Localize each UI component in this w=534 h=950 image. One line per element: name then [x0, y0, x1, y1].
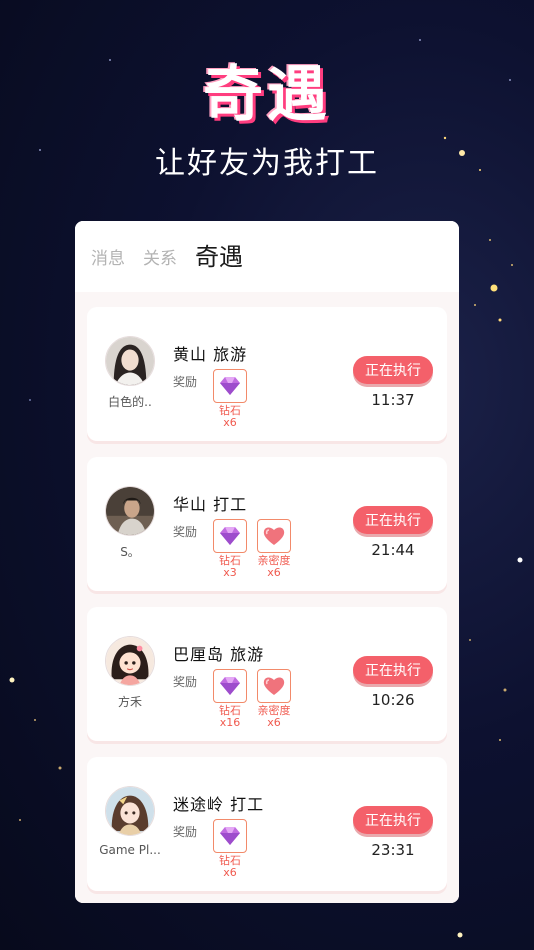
status-button[interactable]: 正在执行 — [353, 356, 433, 384]
reward-item: 钻石 x6 — [208, 819, 252, 879]
task-time: 21:44 — [371, 541, 415, 559]
reward-item: 钻石 x6 — [208, 369, 252, 429]
avatar[interactable] — [105, 786, 155, 836]
reward-icon-box — [257, 669, 291, 703]
reward-count: x3 — [223, 566, 237, 579]
reward-label: 奖励 — [173, 525, 198, 539]
nickname: 方禾 — [117, 695, 142, 709]
avatar[interactable] — [105, 336, 155, 386]
reward-count: x6 — [267, 566, 281, 579]
task-title: 黄山 旅游 — [173, 345, 248, 364]
reward-count: x6 — [267, 716, 281, 729]
hero-subtitle: 让好友为我打工 — [155, 146, 379, 181]
heart-icon — [263, 677, 285, 695]
girl-portrait-icon — [106, 337, 154, 385]
tab-encounter[interactable]: 奇遇 — [195, 237, 243, 272]
reward-count: x6 — [223, 866, 237, 879]
task-card[interactable]: S。 华山 打工 奖励 钻石 x3 亲密度 x6 正在执行 21:44 — [87, 457, 447, 591]
task-list: 白色的.. 黄山 旅游 奖励 钻石 x6 正在执行 11:37 S。 华山 打工… — [75, 292, 459, 903]
reward-count: x6 — [223, 416, 237, 429]
task-title: 巴厘岛 旅游 — [173, 645, 265, 664]
reward-item: 亲密度 x6 — [252, 669, 296, 729]
reward-item: 钻石 x16 — [208, 669, 252, 729]
reward-list: 钻石 x3 亲密度 x6 — [208, 519, 296, 579]
reward-icon-box — [213, 519, 247, 553]
reward-icon-box — [213, 819, 247, 853]
reward-item: 钻石 x3 — [208, 519, 252, 579]
reward-list: 钻石 x16 亲密度 x6 — [208, 669, 296, 729]
heart-icon — [263, 527, 285, 545]
diamond-icon — [220, 377, 240, 395]
reward-list: 钻石 x6 — [208, 819, 252, 879]
reward-icon-box — [213, 669, 247, 703]
diamond-icon — [220, 827, 240, 845]
nickname: S。 — [120, 545, 140, 559]
task-time: 11:37 — [371, 391, 415, 409]
task-time: 10:26 — [371, 691, 415, 709]
reward-count: x16 — [219, 716, 241, 729]
reward-label: 奖励 — [173, 375, 198, 389]
task-time: 23:31 — [371, 841, 415, 859]
status-button[interactable]: 正在执行 — [353, 506, 433, 534]
photo-portrait-icon — [106, 487, 154, 535]
nickname: Game Pl... — [99, 843, 161, 857]
diamond-icon — [220, 527, 240, 545]
task-title: 迷途岭 打工 — [173, 795, 265, 814]
avatar[interactable] — [105, 486, 155, 536]
reward-label: 奖励 — [173, 675, 198, 689]
cartoon-girl-icon — [106, 637, 154, 685]
reward-icon-box — [257, 519, 291, 553]
encounter-panel: 消息 关系 奇遇 白色的.. 黄山 旅游 奖励 钻石 x6 正在执行 11:37… — [75, 221, 459, 903]
avatar[interactable] — [105, 636, 155, 686]
task-card[interactable]: 白色的.. 黄山 旅游 奖励 钻石 x6 正在执行 11:37 — [87, 307, 447, 441]
reward-label: 奖励 — [173, 825, 198, 839]
tab-bar: 消息 关系 奇遇 — [75, 221, 459, 292]
status-button[interactable]: 正在执行 — [353, 806, 433, 834]
anime-avatar-icon — [106, 787, 154, 835]
tab-relations[interactable]: 关系 — [143, 244, 177, 269]
task-card[interactable]: 方禾 巴厘岛 旅游 奖励 钻石 x16 亲密度 x6 正在执行 10:26 — [87, 607, 447, 741]
reward-icon-box — [213, 369, 247, 403]
task-title: 华山 打工 — [173, 495, 248, 514]
reward-list: 钻石 x6 — [208, 369, 252, 429]
status-button[interactable]: 正在执行 — [353, 656, 433, 684]
reward-item: 亲密度 x6 — [252, 519, 296, 579]
task-card[interactable]: Game Pl... 迷途岭 打工 奖励 钻石 x6 正在执行 23:31 — [87, 757, 447, 891]
tab-messages[interactable]: 消息 — [91, 244, 125, 269]
hero-title: 奇遇 — [203, 60, 331, 130]
nickname: 白色的.. — [108, 395, 152, 409]
diamond-icon — [220, 677, 240, 695]
